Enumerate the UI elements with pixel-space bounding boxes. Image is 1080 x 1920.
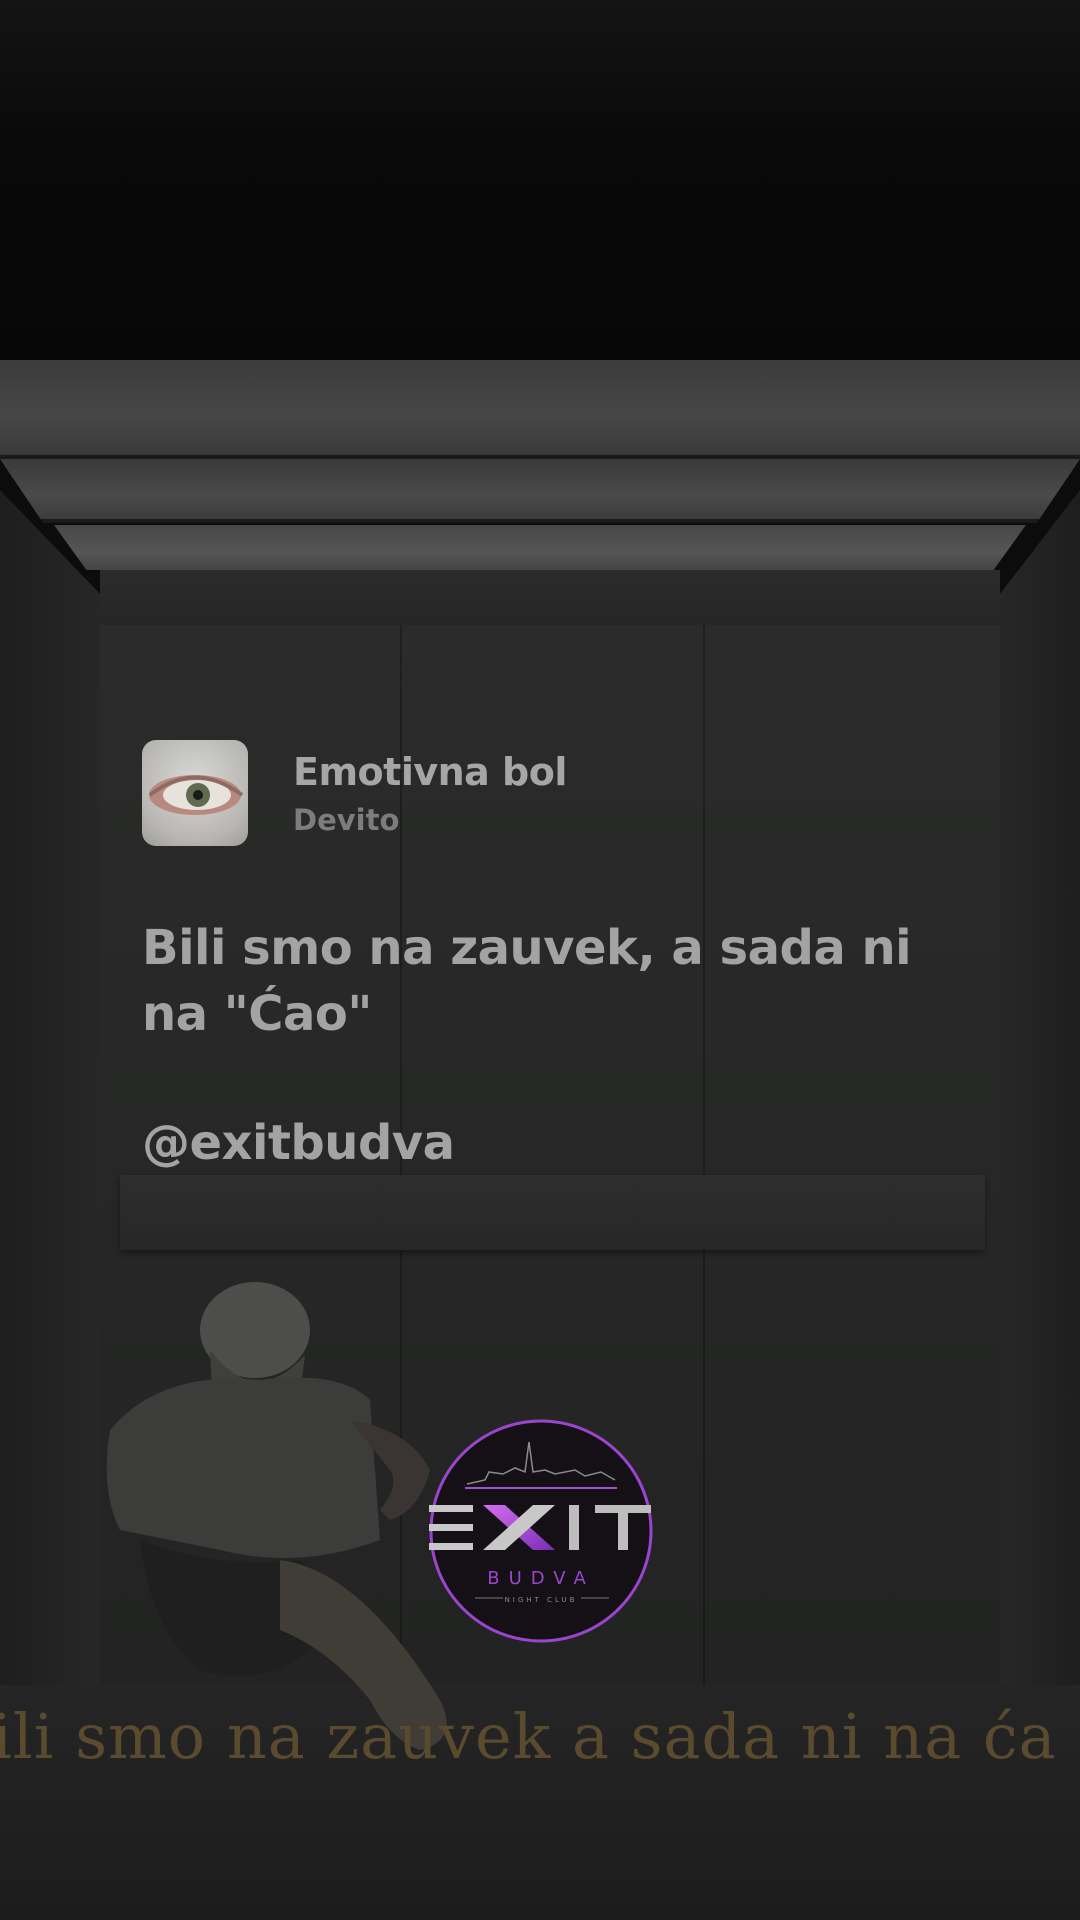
ceiling-light-3: [54, 525, 1026, 570]
logo-city: BUDVA: [487, 1568, 595, 1589]
exit-budva-logo: BUDVA NIGHT CLUB: [429, 1419, 653, 1643]
ceiling-shadow: [0, 0, 1080, 360]
wall-panel-seam: [703, 625, 705, 1685]
account-handle: @exitbudva: [142, 1115, 455, 1171]
album-art: [142, 740, 248, 846]
song-title: Emotivna bol: [293, 750, 567, 794]
song-meta: Emotivna bol Devito: [293, 749, 567, 837]
elevator-handrail: [120, 1175, 985, 1250]
ceiling-band: [100, 570, 1000, 625]
song-header: Emotivna bol Devito: [142, 740, 567, 846]
lyric-text: Bili smo na zauvek, a sada ni na "Ćao": [142, 915, 962, 1047]
eye-image: [148, 775, 244, 815]
ceiling-light-2: [0, 459, 1080, 523]
logo-tagline: NIGHT CLUB: [505, 1596, 578, 1604]
video-subtitle: ili smo na zauvek a sada ni na ća: [0, 1700, 1057, 1773]
lyric-line-1: Bili smo na zauvek, a sada ni: [142, 920, 912, 976]
ceiling-light-1: [0, 360, 1080, 459]
lyric-line-2: na "Ćao": [142, 986, 372, 1042]
elevator-left-wall: [0, 490, 100, 1790]
song-artist: Devito: [293, 803, 400, 837]
elevator-right-wall: [1000, 490, 1080, 1790]
